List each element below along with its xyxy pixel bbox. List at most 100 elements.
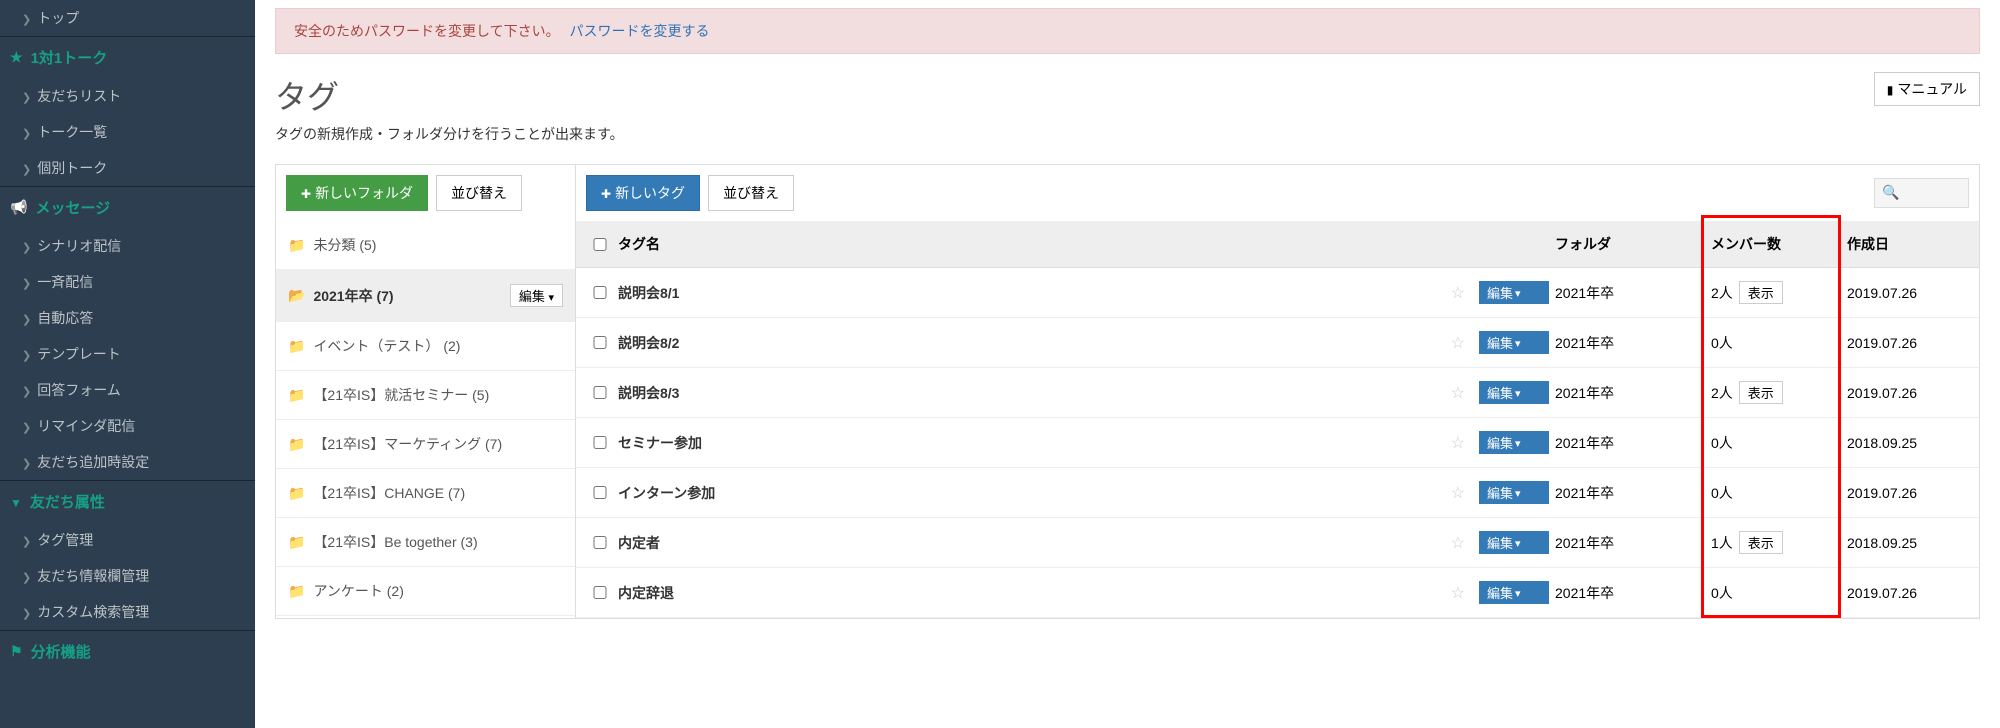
- member-count-cell: 0人: [1711, 433, 1841, 453]
- sidebar-item-top[interactable]: トップ: [0, 0, 255, 36]
- tag-name: 内定辞退: [618, 583, 674, 603]
- tag-edit-button[interactable]: 編集: [1479, 431, 1549, 454]
- sidebar-item[interactable]: カスタム検索管理: [0, 594, 255, 630]
- folder-icon: [288, 534, 305, 551]
- sidebar-section-1on1[interactable]: 1対1トーク: [0, 36, 255, 78]
- sidebar-label: 個別トーク: [37, 158, 107, 178]
- member-count-cell: 2人 表示: [1711, 281, 1841, 304]
- col-folder: フォルダ: [1555, 234, 1705, 254]
- sidebar-item[interactable]: 個別トーク: [0, 150, 255, 186]
- sidebar-label: 回答フォーム: [37, 380, 121, 400]
- sidebar-section-message[interactable]: メッセージ: [0, 186, 255, 228]
- tag-edit-button[interactable]: 編集: [1479, 481, 1549, 504]
- folder-label: イベント（テスト） (2): [313, 336, 460, 356]
- tag-edit-button[interactable]: 編集: [1479, 581, 1549, 604]
- table-header: タグ名 フォルダ メンバー数 作成日: [576, 221, 1979, 268]
- sidebar-item[interactable]: 自動応答: [0, 300, 255, 336]
- sidebar-item[interactable]: テンプレート: [0, 336, 255, 372]
- folder-row[interactable]: イベント（テスト） (2): [276, 322, 575, 371]
- folder-label: 【21卒IS】就活セミナー (5): [313, 385, 489, 405]
- folder-row[interactable]: 【21卒IS】CHANGE (7): [276, 469, 575, 518]
- new-folder-button[interactable]: 新しいフォルダ: [286, 175, 428, 211]
- page-subtitle: タグの新規作成・フォルダ分けを行うことが出来ます。: [275, 124, 624, 144]
- folder-label: アンケート (2): [313, 581, 403, 601]
- sort-tag-button[interactable]: 並び替え: [708, 175, 794, 211]
- tag-name: 説明会8/3: [618, 383, 679, 403]
- main-content: 安全のためパスワードを変更して下さい。 パスワードを変更する タグ タグの新規作…: [255, 0, 2000, 728]
- folder-row[interactable]: 未分類 (5): [276, 221, 575, 270]
- sidebar-label: リマインダ配信: [37, 416, 135, 436]
- new-tag-button[interactable]: 新しいタグ: [586, 175, 700, 211]
- plus-icon: [301, 185, 311, 201]
- table-row: 説明会8/3☆編集 2021年卒2人 表示2019.07.26: [576, 368, 1979, 418]
- show-members-button[interactable]: 表示: [1739, 281, 1783, 304]
- password-change-link[interactable]: パスワードを変更する: [569, 23, 709, 39]
- folder-icon: [288, 583, 305, 600]
- folder-icon: [288, 237, 305, 254]
- folder-edit-button[interactable]: 編集: [510, 284, 563, 307]
- chevron-right-icon: [22, 10, 31, 26]
- star-icon[interactable]: ☆: [1451, 283, 1465, 303]
- tag-name: 説明会8/1: [618, 283, 679, 303]
- sidebar-section-label: 友だち属性: [30, 491, 105, 512]
- star-icon[interactable]: ☆: [1451, 483, 1465, 503]
- folder-row[interactable]: 【21卒IS】Be together (3): [276, 518, 575, 567]
- show-members-button[interactable]: 表示: [1739, 381, 1783, 404]
- sidebar-item[interactable]: タグ管理: [0, 522, 255, 558]
- sidebar-item[interactable]: 一斉配信: [0, 264, 255, 300]
- folder-row[interactable]: 【21卒IS】就活セミナー (5): [276, 371, 575, 420]
- member-count-cell: 0人: [1711, 583, 1841, 603]
- content-columns: 新しいフォルダ 並び替え 未分類 (5)2021年卒 (7)編集 イベント（テス…: [275, 164, 1980, 619]
- sidebar-label: テンプレート: [37, 344, 121, 364]
- row-checkbox[interactable]: [588, 586, 612, 599]
- sidebar-item[interactable]: 友だち追加時設定: [0, 444, 255, 480]
- row-checkbox[interactable]: [588, 286, 612, 299]
- tag-edit-button[interactable]: 編集: [1479, 331, 1549, 354]
- tag-edit-button[interactable]: 編集: [1479, 281, 1549, 304]
- row-checkbox[interactable]: [588, 486, 612, 499]
- member-count-cell: 0人: [1711, 483, 1841, 503]
- caret-down-icon: [1515, 385, 1521, 400]
- caret-down-icon: [1515, 585, 1521, 600]
- chevron-right-icon: [22, 274, 31, 290]
- select-all-checkbox[interactable]: [588, 238, 612, 251]
- tag-edit-button[interactable]: 編集: [1479, 381, 1549, 404]
- tag-edit-button[interactable]: 編集: [1479, 531, 1549, 554]
- sidebar-section-attributes[interactable]: 友だち属性: [0, 480, 255, 522]
- sidebar-item[interactable]: シナリオ配信: [0, 228, 255, 264]
- sidebar-label: 自動応答: [37, 308, 93, 328]
- caret-down-icon: [1515, 535, 1521, 550]
- tag-folder: 2021年卒: [1555, 583, 1705, 603]
- sidebar-label: カスタム検索管理: [37, 602, 149, 622]
- sidebar-item[interactable]: リマインダ配信: [0, 408, 255, 444]
- sidebar-item[interactable]: 友だちリスト: [0, 78, 255, 114]
- sort-folder-button[interactable]: 並び替え: [436, 175, 522, 211]
- sidebar-item[interactable]: 回答フォーム: [0, 372, 255, 408]
- star-icon[interactable]: ☆: [1451, 333, 1465, 353]
- folder-row[interactable]: アンケート (2): [276, 567, 575, 616]
- row-checkbox[interactable]: [588, 536, 612, 549]
- star-icon[interactable]: ☆: [1451, 583, 1465, 603]
- folder-row[interactable]: 【21卒IS】マーケティング (7): [276, 420, 575, 469]
- star-icon[interactable]: ☆: [1451, 383, 1465, 403]
- book-icon: [1887, 81, 1894, 97]
- star-icon[interactable]: ☆: [1451, 533, 1465, 553]
- star-icon[interactable]: ☆: [1451, 433, 1465, 453]
- manual-button[interactable]: マニュアル: [1874, 72, 1980, 106]
- tag-created: 2019.07.26: [1847, 385, 1967, 401]
- chevron-right-icon: [22, 568, 31, 584]
- show-members-button[interactable]: 表示: [1739, 531, 1783, 554]
- folder-row[interactable]: 2021年卒 (7)編集: [276, 270, 575, 322]
- table-row: インターン参加☆編集 2021年卒0人2019.07.26: [576, 468, 1979, 518]
- sidebar-section-analytics[interactable]: 分析機能: [0, 630, 255, 672]
- alert-text: 安全のためパスワードを変更して下さい。: [294, 23, 560, 39]
- chevron-right-icon: [22, 238, 31, 254]
- sidebar-label: 一斉配信: [37, 272, 93, 292]
- sidebar-item[interactable]: トーク一覧: [0, 114, 255, 150]
- page-header: タグ タグの新規作成・フォルダ分けを行うことが出来ます。 マニュアル: [275, 72, 1980, 144]
- tag-folder: 2021年卒: [1555, 483, 1705, 503]
- row-checkbox[interactable]: [588, 436, 612, 449]
- sidebar-item[interactable]: 友だち情報欄管理: [0, 558, 255, 594]
- row-checkbox[interactable]: [588, 386, 612, 399]
- row-checkbox[interactable]: [588, 336, 612, 349]
